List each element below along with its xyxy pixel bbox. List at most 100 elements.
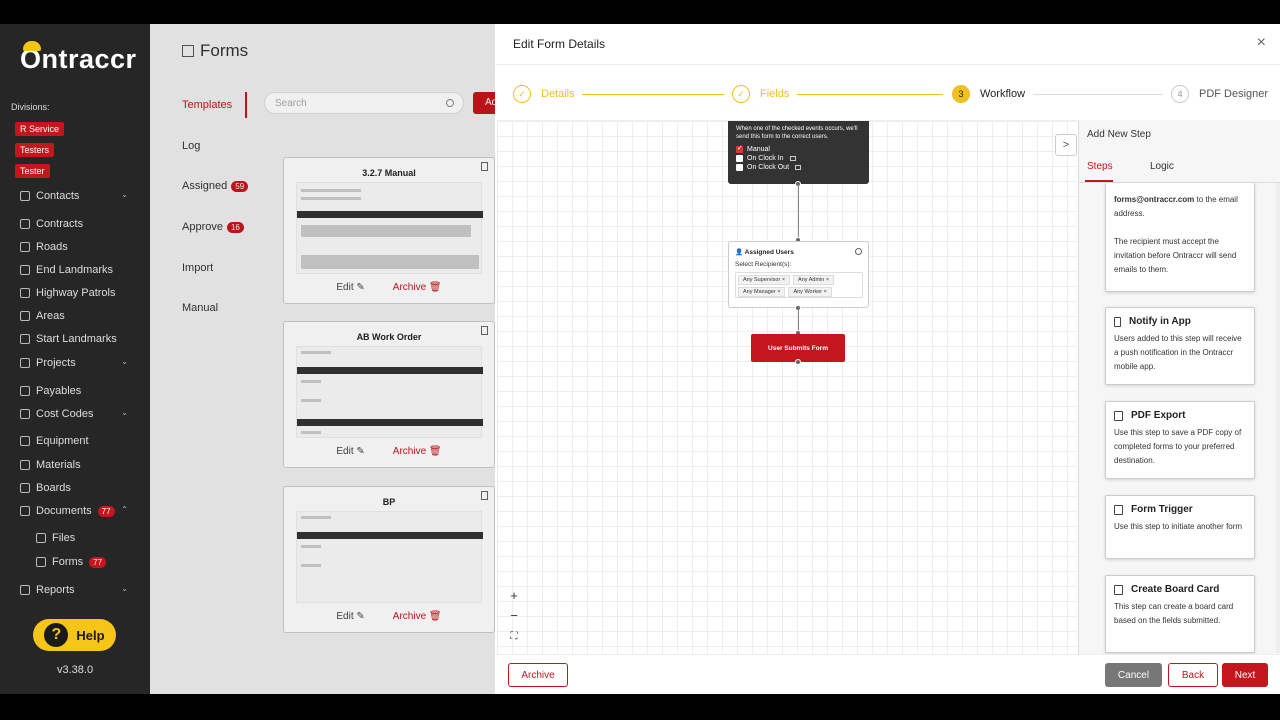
recipient-tag[interactable]: Any Worker × (788, 287, 832, 297)
zoom-in-button[interactable]: + (506, 587, 522, 603)
checkbox[interactable] (736, 155, 743, 162)
app-version: v3.38.0 (57, 664, 94, 676)
email-address: forms@ontraccr.com (1114, 195, 1195, 204)
calendar-icon[interactable] (795, 165, 802, 170)
sidebar-item-end-landmarks[interactable]: End Landmarks (20, 261, 140, 279)
tab-logic[interactable]: Logic (1150, 161, 1174, 172)
recipient-tag[interactable]: Any Admin × (793, 275, 835, 285)
materials-icon (20, 460, 30, 470)
recipient-tag[interactable]: Any Supervisor × (738, 275, 791, 285)
calendar-icon[interactable] (789, 156, 796, 161)
check-icon: ✓ (732, 85, 750, 103)
checkbox[interactable] (736, 144, 743, 153)
connector-line (798, 184, 799, 241)
sidebar-item-forms[interactable]: Forms 77 (36, 553, 156, 571)
next-button[interactable]: Next (1222, 663, 1268, 687)
sidebar-item-reports[interactable]: Reports ⌄ (20, 581, 140, 599)
chevron-down-icon: ⌄ (121, 357, 128, 366)
sidebar-item-start-landmarks[interactable]: Start Landmarks (20, 330, 140, 348)
edit-icon (36, 557, 46, 567)
step-fields[interactable]: ✓ Fields (732, 85, 789, 103)
chevron-down-icon: ⌄ (121, 584, 128, 593)
ontraccr-logo[interactable]: Ontraccr (20, 41, 137, 75)
sidebar-item-materials[interactable]: Materials (20, 456, 140, 474)
recipients-label: Select Recipient(s): (735, 261, 792, 268)
workflow-canvas[interactable]: When one of the checked events occurs, w… (497, 120, 1077, 654)
step-card-email[interactable]: forms@ontraccr.com to the email address.… (1105, 183, 1255, 292)
document-icon (20, 506, 30, 516)
sidebar-item-highway-patrols[interactable]: Highway Patrols (20, 284, 140, 302)
landmark-icon (20, 265, 30, 275)
question-icon: ? (44, 623, 69, 647)
trigger-option[interactable]: On Clock Out (736, 164, 861, 171)
sidebar-item-documents[interactable]: Documents 77 ⌃ (20, 502, 140, 520)
edit-form-modal: Edit Form Details × ✓ Details ✓ Fields 3 Wo… (495, 24, 1280, 694)
check-icon: ✓ (513, 85, 531, 103)
areas-icon (20, 311, 30, 321)
chevron-down-icon: ⌄ (121, 190, 128, 199)
sidebar: Ontraccr Divisions: R Service Testers Te… (0, 24, 150, 694)
recipient-tag[interactable]: Any Manager × (738, 287, 786, 297)
division-chip[interactable]: Testers (15, 143, 55, 157)
close-icon[interactable]: × (1257, 35, 1266, 51)
expand-panel-button[interactable]: > (1055, 134, 1077, 156)
cancel-button[interactable]: Cancel (1105, 663, 1162, 687)
divisions-label: Divisions: (11, 102, 50, 112)
division-chip[interactable]: Tester (15, 164, 50, 178)
edit-icon (1114, 584, 1123, 595)
boards-icon (20, 483, 30, 493)
patrol-icon (20, 288, 30, 298)
file-icon (1114, 410, 1123, 421)
sidebar-item-boards[interactable]: Boards (20, 479, 140, 497)
fit-view-button[interactable]: ⛶ (506, 628, 522, 644)
step-card-notify-in-app[interactable]: Notify in App Users added to this step w… (1105, 307, 1255, 385)
sidebar-item-payables[interactable]: Payables (20, 382, 140, 400)
chevron-up-icon: ⌃ (121, 505, 128, 514)
step-pdf-designer[interactable]: 4 PDF Designer (1171, 85, 1268, 103)
landmark-icon (20, 334, 30, 344)
sidebar-item-files[interactable]: Files (36, 529, 156, 547)
edit-icon (1114, 504, 1123, 515)
assigned-users-node[interactable]: 👤 Assigned Users Select Recipient(s): An… (728, 241, 869, 308)
step-workflow[interactable]: 3 Workflow (952, 85, 1025, 103)
back-button[interactable]: Back (1168, 663, 1218, 687)
step-card-form-trigger[interactable]: Form Trigger Use this step to initiate a… (1105, 495, 1255, 559)
contacts-icon (20, 191, 30, 201)
contracts-icon (20, 219, 30, 229)
trigger-option[interactable]: On Clock In (736, 155, 861, 162)
recipients-select[interactable]: Any Supervisor × Any Admin × Any Manager… (735, 272, 863, 298)
node-port[interactable] (795, 359, 801, 365)
archive-button[interactable]: Archive (508, 663, 568, 687)
step-card-pdf-export[interactable]: PDF Export Use this step to save a PDF c… (1105, 401, 1255, 479)
division-chip[interactable]: R Service (15, 122, 65, 136)
sidebar-item-contracts[interactable]: Contracts (20, 215, 140, 233)
trigger-node[interactable]: When one of the checked events occurs, w… (728, 121, 869, 184)
mobile-icon (1114, 316, 1121, 327)
chevron-down-icon: ⌄ (121, 408, 128, 417)
sidebar-item-cost-codes[interactable]: Cost Codes ⌄ (20, 405, 140, 423)
panel-scrollbar[interactable] (1276, 183, 1280, 653)
zoom-out-button[interactable]: − (506, 607, 522, 623)
panel-title: Add New Step (1087, 129, 1151, 140)
chart-icon (20, 585, 30, 595)
info-icon[interactable] (855, 248, 862, 255)
modal-overlay[interactable] (150, 24, 495, 694)
user-submits-form-node[interactable]: User Submits Form (751, 334, 845, 362)
roads-icon (20, 242, 30, 252)
checkbox[interactable] (736, 164, 743, 171)
hardhat-icon (23, 41, 41, 51)
app-frame: Ontraccr Divisions: R Service Testers Te… (0, 24, 1280, 694)
documents-badge: 77 (97, 505, 115, 517)
sidebar-item-projects[interactable]: Projects ⌄ (20, 354, 140, 372)
sidebar-item-areas[interactable]: Areas (20, 307, 140, 325)
sidebar-item-contacts[interactable]: Contacts ⌄ (20, 187, 140, 205)
assigned-users-title: 👤 Assigned Users (735, 249, 794, 256)
projects-icon (20, 358, 30, 368)
trigger-option[interactable]: Manual (736, 144, 861, 153)
sidebar-item-roads[interactable]: Roads (20, 238, 140, 256)
sidebar-item-equipment[interactable]: Equipment (20, 432, 140, 450)
help-button[interactable]: ? Help (33, 619, 116, 651)
step-details[interactable]: ✓ Details (513, 85, 575, 103)
step-card-create-board-card[interactable]: Create Board Card This step can create a… (1105, 575, 1255, 653)
tab-steps[interactable]: Steps (1087, 161, 1113, 172)
